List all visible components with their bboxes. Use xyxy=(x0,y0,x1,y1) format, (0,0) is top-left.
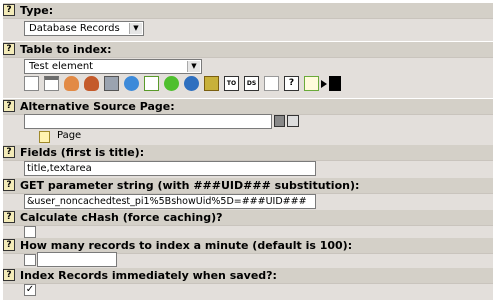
index-section xyxy=(3,283,493,300)
help-icon[interactable]: ? xyxy=(3,211,15,223)
globe-page-icon[interactable] xyxy=(124,76,139,91)
user-group-icon[interactable] xyxy=(84,76,99,91)
type-label: Type: xyxy=(20,4,54,17)
type-select[interactable]: Database Records ▼ xyxy=(24,21,144,36)
chash-checkbox[interactable] xyxy=(24,226,36,238)
browse-icon[interactable] xyxy=(287,115,299,127)
chash-label: Calculate cHash (force caching)? xyxy=(20,211,223,224)
monitor-icon[interactable] xyxy=(104,76,119,91)
help-page-icon[interactable]: ? xyxy=(284,76,299,91)
ds-page-icon[interactable]: DS xyxy=(244,76,259,91)
table-select[interactable]: Test element ▼ xyxy=(24,59,202,74)
chevron-down-icon: ▼ xyxy=(187,61,200,72)
dollar-green-icon[interactable] xyxy=(164,76,179,91)
records-checkbox[interactable] xyxy=(24,254,36,266)
chevron-down-icon: ▼ xyxy=(129,23,142,34)
type-select-value: Database Records xyxy=(29,23,120,34)
records-input[interactable] xyxy=(37,252,117,267)
page-item-label: Page xyxy=(57,130,82,141)
alt-source-label: Alternative Source Page: xyxy=(20,100,175,113)
page-icon xyxy=(39,131,50,143)
dollar-cart-icon[interactable] xyxy=(204,76,219,91)
trash-icon[interactable] xyxy=(274,115,285,127)
fields-label: Fields (first is title): xyxy=(20,146,145,159)
get-param-input[interactable]: &user_noncachedtest_pi1%5BshowUid%5D=###… xyxy=(24,194,316,209)
get-param-label: GET parameter string (with ###UID### sub… xyxy=(20,179,360,192)
form-container: ? Type: Database Records ▼ ? Table to in… xyxy=(0,0,496,302)
arrow-right-icon xyxy=(321,80,327,88)
edit-page-icon[interactable] xyxy=(304,76,319,91)
help-icon[interactable]: ? xyxy=(3,239,15,251)
type-header xyxy=(3,3,493,18)
table-label: Table to index: xyxy=(20,43,112,56)
fields-input[interactable]: title,textarea xyxy=(24,161,316,176)
user-icon[interactable] xyxy=(64,76,79,91)
document-icon[interactable] xyxy=(24,76,39,91)
records-label: How many records to index a minute (defa… xyxy=(20,239,353,252)
alt-source-input[interactable] xyxy=(24,114,272,129)
blank-page-icon[interactable] xyxy=(264,76,279,91)
dollar-globe-icon[interactable] xyxy=(184,76,199,91)
document-text-icon[interactable] xyxy=(44,76,59,91)
help-icon[interactable]: ? xyxy=(3,43,15,55)
to-page-icon[interactable]: TO xyxy=(224,76,239,91)
table-select-value: Test element xyxy=(29,61,94,72)
help-icon[interactable]: ? xyxy=(3,179,15,191)
index-checkbox[interactable]: ✓ xyxy=(24,284,36,296)
help-icon[interactable]: ? xyxy=(3,4,15,16)
index-label: Index Records immediately when saved?: xyxy=(20,269,277,282)
help-icon[interactable]: ? xyxy=(3,100,15,112)
black-page-icon[interactable] xyxy=(329,76,341,91)
chash-section xyxy=(3,225,493,239)
help-icon[interactable]: ? xyxy=(3,146,15,158)
help-icon[interactable]: ? xyxy=(3,269,15,281)
dollar-page-icon[interactable] xyxy=(144,76,159,91)
